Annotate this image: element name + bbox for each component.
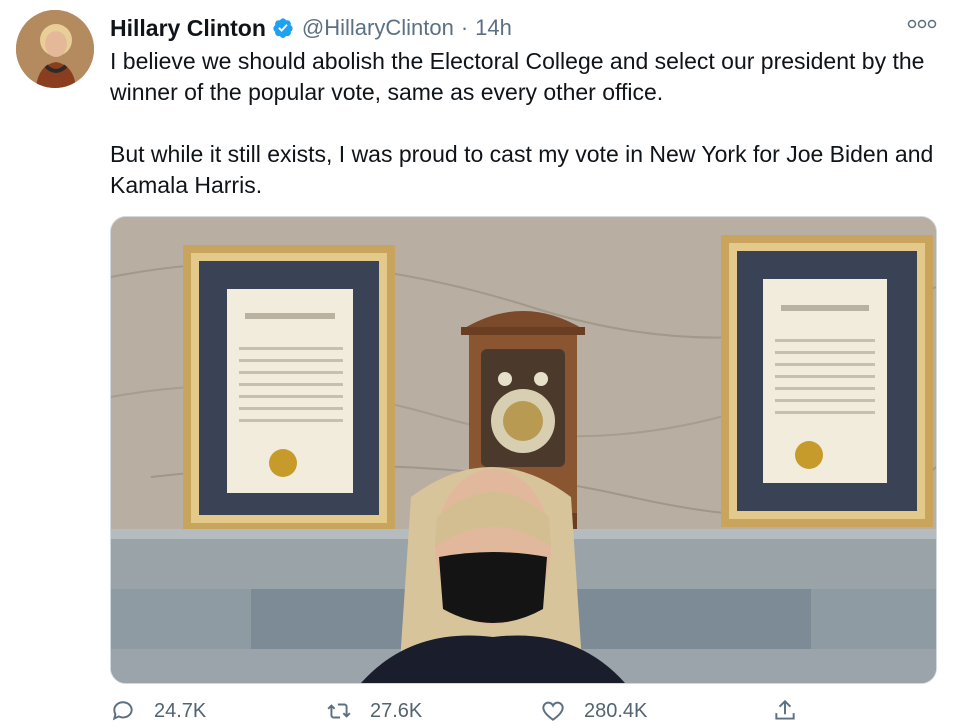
share-button[interactable] — [772, 696, 798, 726]
verified-badge-icon — [272, 17, 294, 39]
like-count: 280.4K — [584, 699, 648, 722]
avatar-photo — [16, 10, 94, 88]
retweet-icon — [327, 703, 351, 719]
like-button[interactable]: 280.4K — [540, 696, 647, 726]
tweet-paragraph-1: I believe we should abolish the Electora… — [110, 48, 925, 105]
reply-icon — [112, 701, 133, 721]
author-name[interactable]: Hillary Clinton — [110, 15, 266, 42]
tweet-timestamp[interactable]: 14h — [475, 15, 512, 41]
more-options-icon[interactable] — [904, 14, 940, 34]
tweet-paragraph-2: But while it still exists, I was proud t… — [110, 141, 934, 198]
retweet-button[interactable]: 27.6K — [326, 696, 422, 726]
avatar[interactable] — [16, 10, 94, 88]
separator-dot: · — [460, 15, 469, 40]
tweet-header: Hillary Clinton @HillaryClinton · 14h — [110, 12, 512, 44]
reply-count: 24.7K — [154, 699, 207, 722]
reply-button[interactable]: 24.7K — [110, 696, 206, 726]
tweet-actions: 24.7K 27.6K 280.4K — [110, 696, 940, 726]
like-icon — [542, 701, 564, 721]
share-icon — [775, 699, 795, 720]
tweet-text: I believe we should abolish the Electora… — [110, 46, 940, 201]
retweet-count: 27.6K — [370, 699, 423, 722]
left-framed-certificate — [183, 245, 395, 531]
tweet-photo[interactable] — [110, 216, 937, 684]
author-handle[interactable]: @HillaryClinton — [302, 15, 454, 41]
right-framed-certificate — [721, 235, 933, 527]
